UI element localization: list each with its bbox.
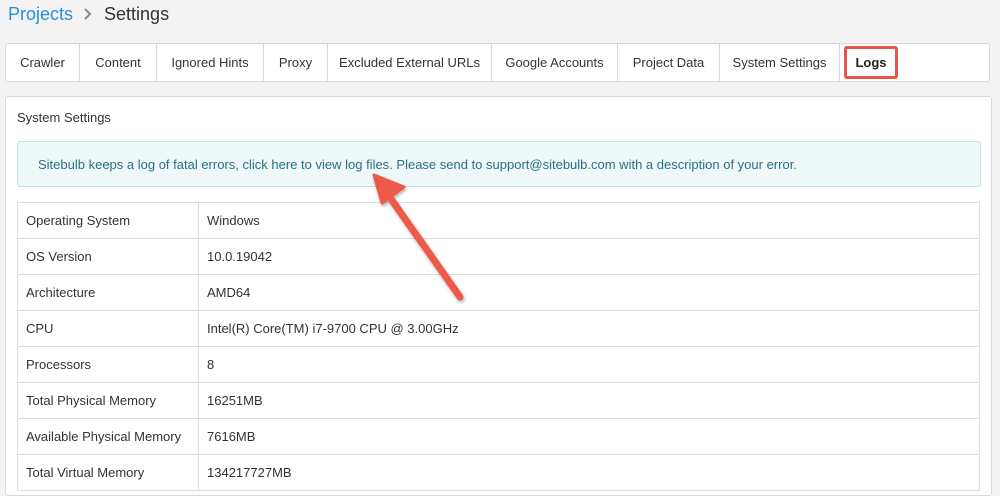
- table-row: Processors 8: [17, 346, 980, 383]
- table-row: Available Physical Memory 7616MB: [17, 418, 980, 455]
- panel-title: System Settings: [17, 110, 111, 125]
- row-value: 10.0.19042: [198, 238, 980, 275]
- row-value: 7616MB: [198, 418, 980, 455]
- system-info-table: Operating System Windows OS Version 10.0…: [17, 202, 980, 491]
- alert-text-suffix: . Please send to support@sitebulb.com wi…: [389, 156, 797, 172]
- row-key: Architecture: [17, 274, 199, 311]
- tab-content[interactable]: Content: [80, 44, 157, 81]
- system-settings-panel: System Settings Sitebulb keeps a log of …: [5, 96, 992, 496]
- tab-google-accounts[interactable]: Google Accounts: [492, 44, 618, 81]
- tab-system-settings[interactable]: System Settings: [720, 44, 840, 81]
- row-key: Operating System: [17, 202, 199, 239]
- tab-crawler[interactable]: Crawler: [6, 44, 80, 81]
- tab-logs-container: Logs: [840, 44, 902, 81]
- log-info-alert: Sitebulb keeps a log of fatal errors, cl…: [17, 141, 981, 187]
- row-value: Windows: [198, 202, 980, 239]
- chevron-right-icon: [83, 7, 92, 21]
- row-key: Total Physical Memory: [17, 382, 199, 419]
- view-log-files-link[interactable]: click here to view log files: [243, 157, 390, 172]
- row-value: Intel(R) Core(TM) i7-9700 CPU @ 3.00GHz: [198, 310, 980, 347]
- tab-proxy[interactable]: Proxy: [264, 44, 328, 81]
- tab-logs[interactable]: Logs: [844, 46, 898, 79]
- tab-excluded-external-urls[interactable]: Excluded External URLs: [328, 44, 492, 81]
- row-value: 8: [198, 346, 980, 383]
- row-key: Total Virtual Memory: [17, 454, 199, 491]
- row-value: 16251MB: [198, 382, 980, 419]
- table-row: Operating System Windows: [17, 202, 980, 239]
- settings-tabs: Crawler Content Ignored Hints Proxy Excl…: [5, 43, 990, 82]
- table-row: Total Physical Memory 16251MB: [17, 382, 980, 419]
- breadcrumb-projects-link[interactable]: Projects: [8, 4, 73, 25]
- table-row: OS Version 10.0.19042: [17, 238, 980, 275]
- row-key: CPU: [17, 310, 199, 347]
- tab-ignored-hints[interactable]: Ignored Hints: [157, 44, 264, 81]
- row-value: AMD64: [198, 274, 980, 311]
- row-key: OS Version: [17, 238, 199, 275]
- table-row: Architecture AMD64: [17, 274, 980, 311]
- breadcrumb: Projects Settings: [8, 2, 169, 26]
- table-row: CPU Intel(R) Core(TM) i7-9700 CPU @ 3.00…: [17, 310, 980, 347]
- breadcrumb-current: Settings: [104, 3, 170, 24]
- row-key: Available Physical Memory: [17, 418, 199, 455]
- row-value: 134217727MB: [198, 454, 980, 491]
- tab-project-data[interactable]: Project Data: [618, 44, 720, 81]
- row-key: Processors: [17, 346, 199, 383]
- table-row: Total Virtual Memory 134217727MB: [17, 454, 980, 491]
- alert-text-prefix: Sitebulb keeps a log of fatal errors,: [38, 156, 243, 172]
